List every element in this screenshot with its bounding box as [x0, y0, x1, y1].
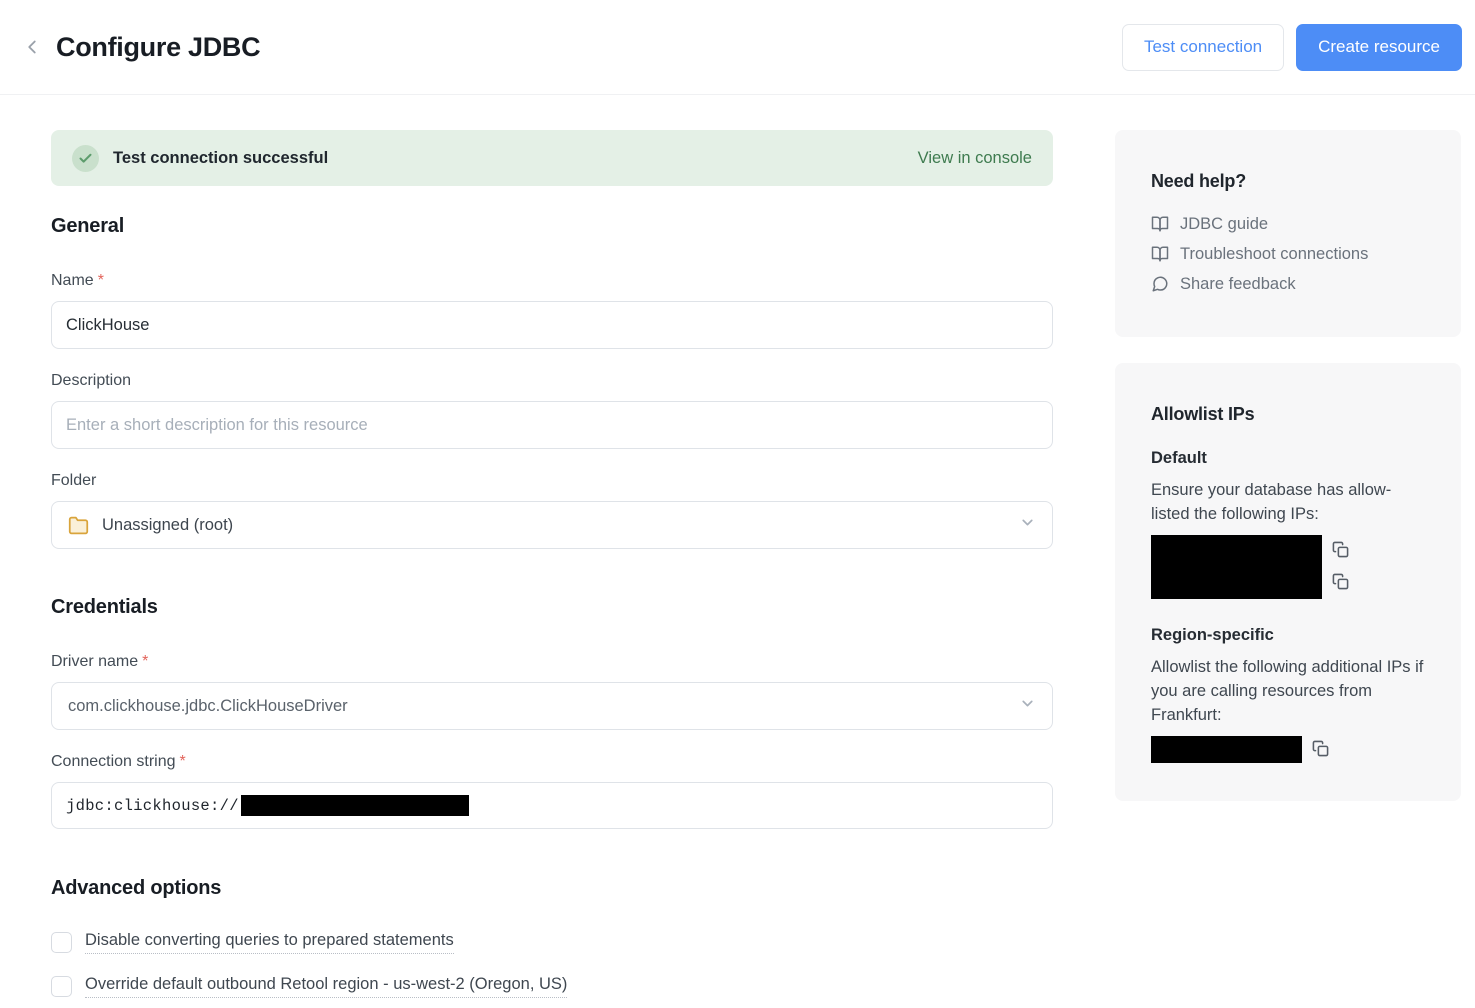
copy-buttons — [1312, 736, 1329, 763]
copy-icon — [1332, 541, 1349, 561]
general-section-heading: General — [51, 215, 1053, 238]
header-actions: Test connection Create resource — [1122, 24, 1462, 71]
book-icon — [1151, 215, 1169, 233]
help-link-label: Share feedback — [1180, 275, 1296, 294]
default-ip-row — [1151, 535, 1425, 599]
check-circle-icon — [72, 145, 99, 172]
prepared-statements-checkbox[interactable] — [51, 932, 72, 953]
copy-ip-button[interactable] — [1332, 541, 1349, 561]
override-region-label[interactable]: Override default outbound Retool region … — [85, 975, 567, 998]
banner-message: Test connection successful — [113, 149, 328, 168]
prepared-statements-label[interactable]: Disable converting queries to prepared s… — [85, 931, 454, 954]
test-connection-button[interactable]: Test connection — [1122, 24, 1284, 71]
driver-name-label: Driver name* — [51, 653, 1053, 671]
folder-select[interactable]: Unassigned (root) — [51, 501, 1053, 549]
chat-bubble-icon — [1151, 275, 1169, 293]
help-links: JDBC guide Troubleshoot connections Shar… — [1151, 209, 1425, 299]
chevron-down-icon — [1019, 695, 1036, 717]
main-form-column: Test connection successful View in conso… — [51, 95, 1053, 998]
need-help-heading: Need help? — [1151, 171, 1425, 192]
side-column: Need help? JDBC guide Troubleshoot conne… — [1115, 95, 1461, 801]
redacted-connection-value — [241, 795, 469, 816]
driver-name-select[interactable]: com.clickhouse.jdbc.ClickHouseDriver — [51, 682, 1053, 730]
name-label: Name* — [51, 272, 1053, 290]
page-title: Configure JDBC — [56, 32, 260, 63]
required-asterisk: * — [180, 753, 186, 770]
back-button[interactable] — [18, 33, 46, 61]
help-link-label: Troubleshoot connections — [1180, 245, 1368, 264]
name-input[interactable] — [51, 301, 1053, 349]
chevron-left-icon — [21, 36, 43, 58]
troubleshoot-connections-link[interactable]: Troubleshoot connections — [1151, 239, 1425, 269]
share-feedback-link[interactable]: Share feedback — [1151, 269, 1425, 299]
default-subheading: Default — [1151, 449, 1425, 468]
page-header: Configure JDBC Test connection Create re… — [0, 0, 1475, 95]
region-ip-row — [1151, 736, 1425, 763]
advanced-section-heading: Advanced options — [51, 877, 1053, 900]
region-specific-subheading: Region-specific — [1151, 626, 1425, 645]
credentials-section-heading: Credentials — [51, 596, 1053, 619]
create-resource-button[interactable]: Create resource — [1296, 24, 1462, 71]
connection-string-prefix: jdbc:clickhouse:// — [66, 797, 239, 815]
allowlist-ips-panel: Allowlist IPs Default Ensure your databa… — [1115, 363, 1461, 801]
folder-label: Folder — [51, 472, 1053, 490]
folder-selected-value: Unassigned (root) — [102, 516, 233, 535]
jdbc-guide-link[interactable]: JDBC guide — [1151, 209, 1425, 239]
connection-string-input[interactable]: jdbc:clickhouse:// — [51, 782, 1053, 829]
region-description: Allowlist the following additional IPs i… — [1151, 655, 1425, 727]
required-asterisk: * — [98, 272, 104, 289]
connection-string-label: Connection string* — [51, 753, 1053, 771]
override-region-option-row: Override default outbound Retool region … — [51, 975, 1053, 998]
page-content: Test connection successful View in conso… — [0, 95, 1475, 998]
prepared-statements-option-row: Disable converting queries to prepared s… — [51, 931, 1053, 954]
success-banner: Test connection successful View in conso… — [51, 130, 1053, 186]
redacted-default-ips — [1151, 535, 1322, 599]
need-help-panel: Need help? JDBC guide Troubleshoot conne… — [1115, 130, 1461, 337]
copy-icon — [1312, 740, 1329, 760]
override-region-checkbox[interactable] — [51, 976, 72, 997]
view-in-console-link[interactable]: View in console — [918, 149, 1032, 168]
allowlist-heading: Allowlist IPs — [1151, 404, 1425, 425]
description-input[interactable] — [51, 401, 1053, 449]
copy-buttons — [1332, 535, 1349, 599]
driver-selected-value: com.clickhouse.jdbc.ClickHouseDriver — [68, 697, 348, 716]
redacted-region-ip — [1151, 736, 1302, 763]
copy-ip-button[interactable] — [1312, 740, 1329, 760]
copy-ip-button[interactable] — [1332, 573, 1349, 593]
chevron-down-icon — [1019, 514, 1036, 536]
default-description: Ensure your database has allow-listed th… — [1151, 478, 1425, 526]
copy-icon — [1332, 573, 1349, 593]
folder-icon — [68, 515, 89, 536]
book-icon — [1151, 245, 1169, 263]
required-asterisk: * — [142, 653, 148, 670]
description-label: Description — [51, 372, 1053, 390]
help-link-label: JDBC guide — [1180, 215, 1268, 234]
